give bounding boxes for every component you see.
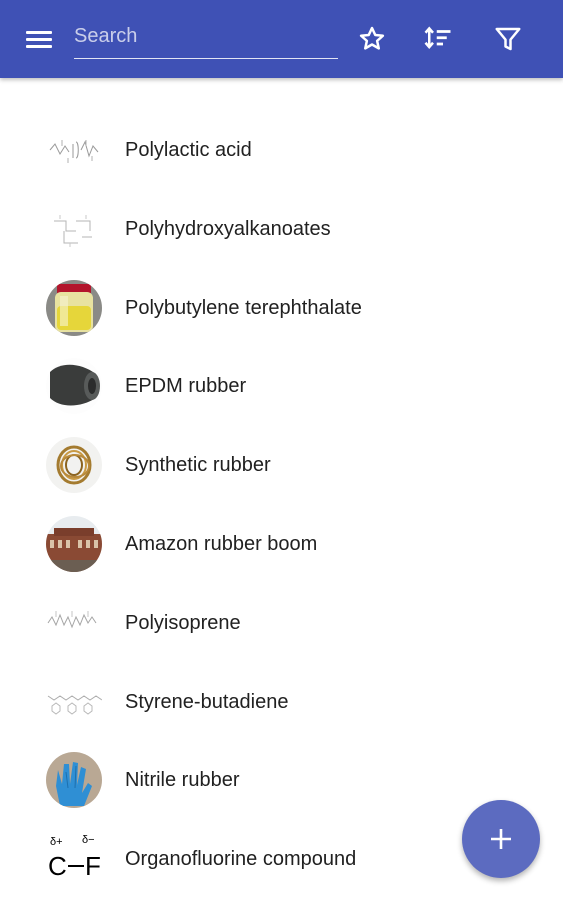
structure-diagram-thumbnail (46, 200, 102, 257)
structure-diagram-thumbnail (46, 673, 102, 730)
delta-plus-label: δ+ (50, 836, 63, 848)
structure-diagram-thumbnail (46, 122, 102, 178)
filter-icon[interactable] (493, 24, 523, 54)
blue-glove-photo-thumbnail (46, 752, 102, 809)
hamburger-line (26, 38, 52, 41)
list-item-label: Nitrile rubber (125, 769, 240, 792)
list-item[interactable]: Amazon rubber boom (0, 506, 563, 585)
list-item[interactable]: Polylactic acid (0, 112, 563, 191)
hamburger-menu-icon (26, 31, 52, 34)
building-photo-thumbnail (46, 515, 102, 572)
polymer-list: Polylactic acid Polyhydroxyalkanoates Po… (0, 78, 563, 900)
delta-minus-label: δ− (82, 834, 95, 846)
rubber-bands-photo-thumbnail (46, 437, 102, 494)
search-field[interactable] (74, 18, 338, 59)
list-item[interactable]: EPDM rubber (0, 348, 563, 427)
list-item-label: Polybutylene terephthalate (125, 296, 362, 319)
app-bar (0, 0, 563, 78)
plus-icon (491, 829, 511, 849)
list-item-label: Synthetic rubber (125, 454, 271, 477)
fluorine-label: F (85, 851, 101, 881)
yellow-jar-photo-thumbnail (46, 279, 102, 336)
list-item[interactable]: Synthetic rubber (0, 427, 563, 506)
list-item[interactable]: Polyisoprene (0, 585, 563, 664)
menu-button[interactable] (26, 27, 54, 51)
list-item[interactable]: Styrene-butadiene (0, 664, 563, 743)
list-item-label: Amazon rubber boom (125, 532, 318, 555)
hamburger-line (26, 45, 52, 48)
list-item-label: Styrene-butadiene (125, 690, 289, 713)
search-input[interactable] (74, 18, 338, 54)
list-item[interactable]: Polybutylene terephthalate (0, 270, 563, 349)
star-icon[interactable] (357, 24, 387, 54)
c-f-bond-diagram-thumbnail: δ+ δ− C F (46, 831, 102, 888)
list-item[interactable]: Polyhydroxyalkanoates (0, 191, 563, 270)
list-item-label: Organofluorine compound (125, 848, 357, 871)
list-item-label: Polylactic acid (125, 139, 252, 161)
carbon-label: C (48, 851, 67, 881)
list-item-label: EPDM rubber (125, 375, 247, 398)
sort-icon[interactable] (423, 24, 453, 54)
add-button[interactable] (462, 800, 540, 878)
structure-diagram-thumbnail (46, 594, 102, 651)
list-item-label: Polyisoprene (125, 611, 241, 634)
rubber-tube-photo-thumbnail (46, 358, 102, 415)
list-item-label: Polyhydroxyalkanoates (125, 217, 331, 240)
